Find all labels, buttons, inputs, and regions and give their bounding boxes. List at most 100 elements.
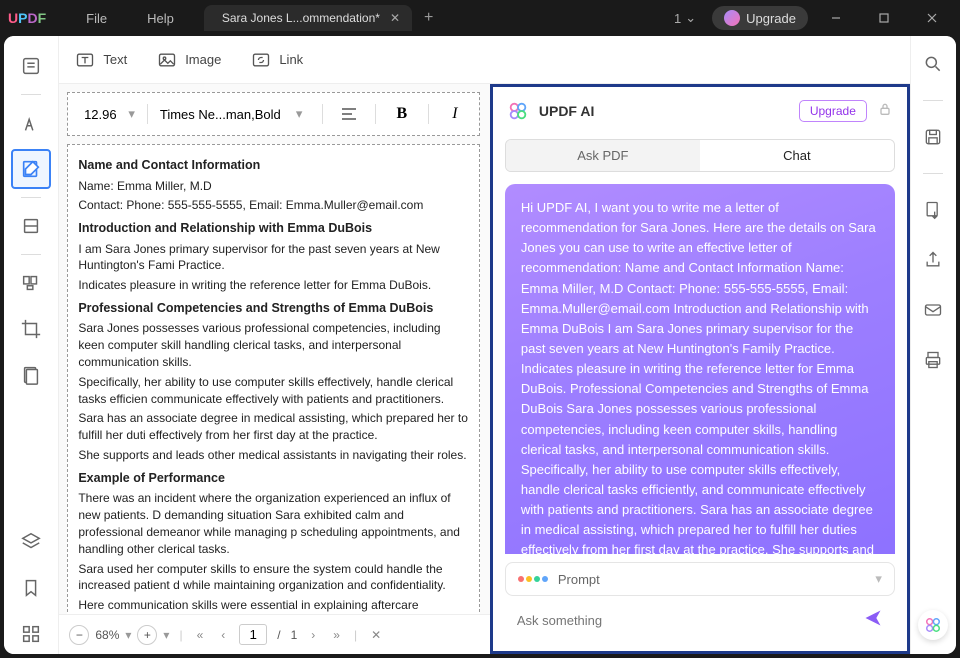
doc-paragraph: There was an incident where the organiza… <box>78 490 469 557</box>
bookmark-tool[interactable] <box>11 568 51 608</box>
counter-badge[interactable]: 1 ⌄ <box>666 10 704 26</box>
maximize-button[interactable] <box>864 4 904 32</box>
menu-file[interactable]: File <box>66 11 127 26</box>
chevron-down-icon: ⌄ <box>685 10 696 26</box>
main-area: Text Image Link 12.96 ▾ <box>59 36 910 654</box>
document-scroll[interactable]: Name and Contact Information Name: Emma … <box>59 140 490 614</box>
close-bar-button[interactable]: ✕ <box>367 628 385 642</box>
document-area: 12.96 ▾ Times Ne...man,Bold ▾ B <box>59 84 490 654</box>
chevron-down-icon: ▾ <box>875 571 882 587</box>
thumbnails-tool[interactable] <box>11 614 51 654</box>
document-page[interactable]: Name and Contact Information Name: Emma … <box>67 144 480 614</box>
doc-paragraph: Contact: Phone: 555-555-5555, Email: Emm… <box>78 197 469 214</box>
doc-paragraph: I am Sara Jones primary supervisor for t… <box>78 241 469 275</box>
share-button[interactable] <box>917 244 949 276</box>
close-icon[interactable]: ✕ <box>390 11 400 25</box>
doc-heading: Introduction and Relationship with Emma … <box>78 220 469 238</box>
close-window-button[interactable] <box>912 4 952 32</box>
tab-chat[interactable]: Chat <box>700 140 894 171</box>
send-button[interactable] <box>863 608 883 633</box>
edit-tool[interactable] <box>11 149 51 189</box>
crop-tool[interactable] <box>11 309 51 349</box>
app-logo: UPDF <box>8 10 46 26</box>
app-window: UPDF File Help Sara Jones L...ommendatio… <box>0 0 960 658</box>
prompt-label: Prompt <box>558 572 600 587</box>
ai-input-area: Prompt ▾ <box>493 554 907 651</box>
tool-text[interactable]: Text <box>75 50 127 70</box>
prev-page-button[interactable]: ‹ <box>217 628 229 642</box>
email-button[interactable] <box>917 294 949 326</box>
zoom-out-button[interactable]: − <box>69 625 89 645</box>
ai-header: UPDF AI Upgrade <box>493 87 907 135</box>
doc-paragraph: Here communication skills were essential… <box>78 597 469 614</box>
first-page-button[interactable]: « <box>193 628 208 642</box>
prompt-selector[interactable]: Prompt ▾ <box>505 562 895 596</box>
text-icon <box>75 50 95 70</box>
reader-tool[interactable] <box>11 46 51 86</box>
doc-paragraph: Indicates pleasure in writing the refere… <box>78 277 469 294</box>
chevron-down-icon: ▾ <box>128 106 135 122</box>
save-button[interactable] <box>917 121 949 153</box>
tool-link-label: Link <box>279 52 303 67</box>
print-button[interactable] <box>917 344 949 376</box>
doc-heading: Professional Competencies and Strengths … <box>78 300 469 318</box>
layers-tool[interactable] <box>11 522 51 562</box>
tool-link[interactable]: Link <box>251 50 303 70</box>
page-sep: / <box>277 628 280 642</box>
chevron-down-icon: ▾ <box>296 106 303 122</box>
next-page-button[interactable]: › <box>307 628 319 642</box>
ai-fab-button[interactable] <box>918 610 948 640</box>
tool-image[interactable]: Image <box>157 50 221 70</box>
minimize-button[interactable] <box>816 4 856 32</box>
page-input[interactable] <box>239 624 267 645</box>
zoom-in-button[interactable]: + <box>137 625 157 645</box>
ai-messages[interactable]: Hi UPDF AI, I want you to write me a let… <box>493 176 907 554</box>
user-message: Hi UPDF AI, I want you to write me a let… <box>505 184 895 554</box>
ai-title: UPDF AI <box>539 103 789 119</box>
chevron-down-icon[interactable]: ▾ <box>163 628 169 642</box>
doc-paragraph: Sara Jones possesses various professiona… <box>78 320 469 370</box>
menu-help[interactable]: Help <box>127 11 194 26</box>
doc-heading: Name and Contact Information <box>78 157 469 175</box>
document-tab[interactable]: Sara Jones L...ommendation* ✕ <box>204 5 412 31</box>
tool-text-label: Text <box>103 52 127 67</box>
annotate-tool[interactable] <box>11 103 51 143</box>
link-icon <box>251 50 271 70</box>
ai-upgrade-button[interactable]: Upgrade <box>799 100 867 122</box>
compress-tool[interactable] <box>11 355 51 395</box>
doc-paragraph: Sara used her computer skills to ensure … <box>78 561 469 595</box>
edit-toolbar: Text Image Link <box>59 36 910 84</box>
tool-image-label: Image <box>185 52 221 67</box>
left-sidebar <box>4 36 59 654</box>
font-size-value: 12.96 <box>78 107 122 122</box>
doc-paragraph: Sara has an associate degree in medical … <box>78 410 469 444</box>
ocr-tool[interactable] <box>11 206 51 246</box>
align-button[interactable] <box>335 100 363 128</box>
tab-ask-pdf[interactable]: Ask PDF <box>506 140 700 171</box>
tab-title: Sara Jones L...ommendation* <box>222 11 380 25</box>
chevron-down-icon[interactable]: ▾ <box>125 628 131 642</box>
search-button[interactable] <box>917 48 949 80</box>
zoom-level: 68% <box>95 628 119 642</box>
new-tab-button[interactable]: + <box>424 9 433 27</box>
export-button[interactable] <box>917 194 949 226</box>
doc-paragraph: Name: Emma Miller, M.D <box>78 178 469 195</box>
font-family-select[interactable]: Times Ne...man,Bold ▾ <box>160 106 310 122</box>
ai-input[interactable] <box>517 613 853 628</box>
last-page-button[interactable]: » <box>329 628 344 642</box>
font-size-select[interactable]: 12.96 ▾ <box>78 106 135 122</box>
doc-paragraph: Specifically, her ability to use compute… <box>78 374 469 408</box>
lock-icon[interactable] <box>877 101 893 122</box>
doc-heading: Example of Performance <box>78 470 469 488</box>
upgrade-button[interactable]: Upgrade <box>712 6 808 30</box>
bold-button[interactable]: B <box>388 100 416 128</box>
font-family-value: Times Ne...man,Bold <box>160 107 290 122</box>
image-icon <box>157 50 177 70</box>
counter-value: 1 <box>674 11 681 26</box>
page-total: 1 <box>291 628 298 642</box>
italic-button[interactable]: I <box>441 100 469 128</box>
dots-icon <box>518 576 548 582</box>
organize-tool[interactable] <box>11 263 51 303</box>
format-bar: 12.96 ▾ Times Ne...man,Bold ▾ B <box>67 92 480 136</box>
sparkle-icon <box>724 10 740 26</box>
